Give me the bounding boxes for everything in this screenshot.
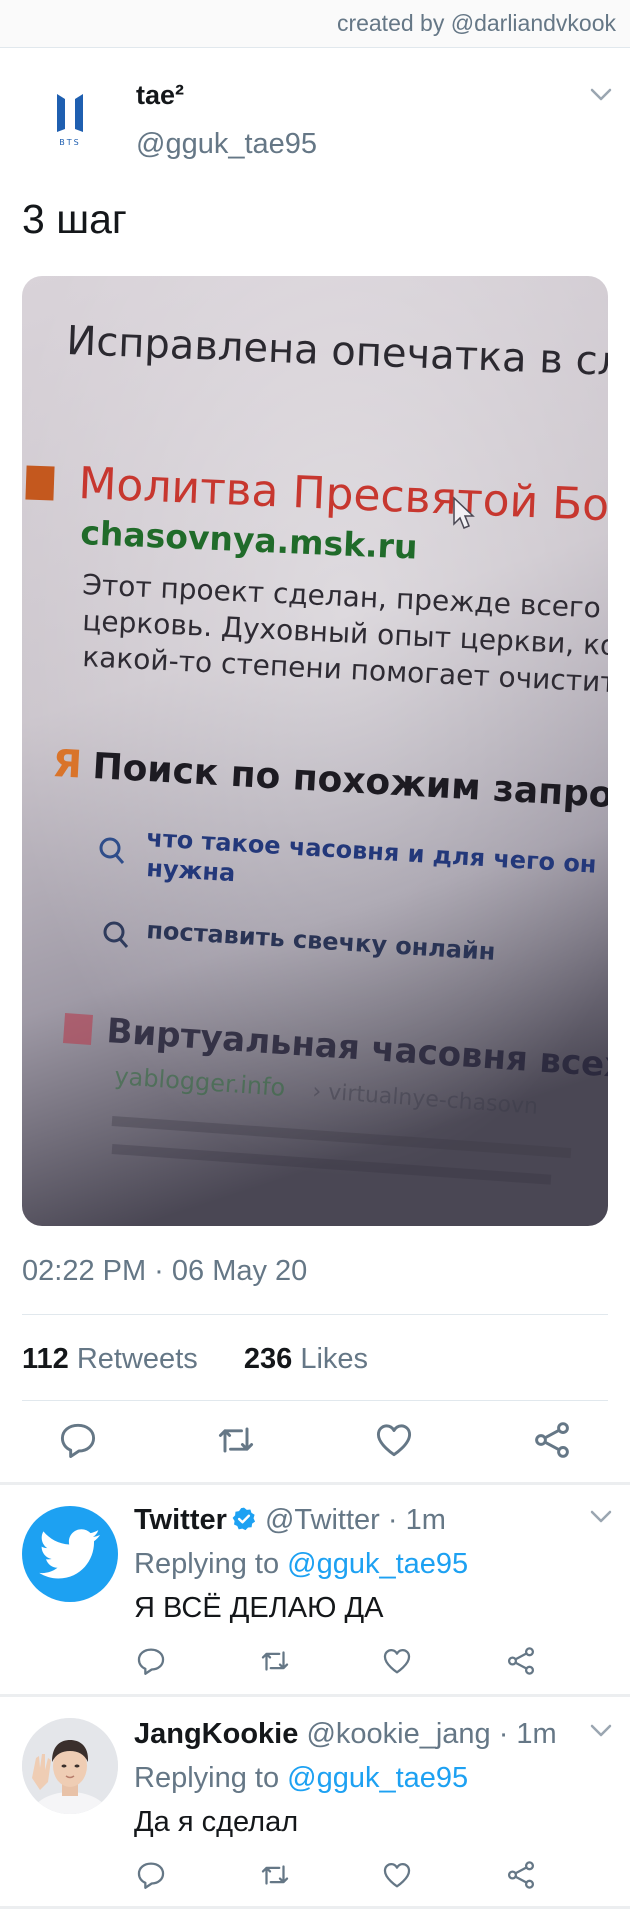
twitter-avatar[interactable]: [22, 1506, 118, 1602]
share-button[interactable]: [504, 1644, 538, 1678]
divider: [22, 1400, 608, 1401]
reply-icon: [137, 1648, 165, 1675]
credit-bar: created by @darliandvkook: [0, 0, 630, 48]
like-button[interactable]: [380, 1644, 414, 1678]
tweet-stats: 112 Retweets 236 Likes: [22, 1343, 368, 1376]
reply-text: Я ВСЁ ДЕЛАЮ ДА: [134, 1592, 384, 1624]
retweet-icon: [261, 1651, 289, 1671]
retweet-icon: [261, 1865, 289, 1885]
reply-button[interactable]: [134, 1858, 168, 1892]
divider: [0, 1482, 630, 1485]
retweet-icon: [218, 1427, 254, 1453]
profile-photo: [22, 1718, 118, 1814]
reply-button[interactable]: [56, 1418, 100, 1462]
photo-favicon: [25, 465, 55, 501]
likes-label[interactable]: Likes: [300, 1343, 368, 1375]
verified-badge-icon: [232, 1507, 255, 1531]
like-button[interactable]: [372, 1418, 416, 1462]
likes-count[interactable]: 236: [244, 1343, 292, 1375]
replying-to-link[interactable]: @gguk_tae95: [287, 1548, 468, 1580]
share-icon: [535, 1422, 569, 1458]
like-icon: [383, 1648, 411, 1674]
chevron-down-icon[interactable]: [590, 1724, 612, 1738]
tweet-photo[interactable]: Исправлена опечатка в сл Молитва Пресвят…: [22, 276, 608, 1226]
reply-handle-time[interactable]: @Twitter · 1m: [265, 1504, 446, 1536]
replying-to-prefix: Replying to: [134, 1548, 280, 1580]
chevron-down-icon[interactable]: [590, 1510, 612, 1524]
twitter-bird-icon: [39, 1529, 100, 1579]
share-icon: [507, 1647, 535, 1675]
author-handle[interactable]: @gguk_tae95: [136, 128, 317, 161]
like-icon: [376, 1424, 412, 1457]
credit-text: created by @darliandvkook: [336, 10, 616, 36]
like-button[interactable]: [380, 1858, 414, 1892]
chevron-down-icon[interactable]: [590, 88, 612, 102]
tweet-text: 3 шаг: [22, 196, 127, 242]
share-icon: [507, 1861, 535, 1889]
avatar[interactable]: BTS: [40, 88, 100, 148]
replying-to-link[interactable]: @gguk_tae95: [287, 1762, 468, 1794]
retweet-button[interactable]: [214, 1418, 258, 1462]
replying-to: Replying to @gguk_tae95: [134, 1762, 468, 1795]
divider: [22, 1314, 608, 1315]
bts-logo-icon: BTS: [57, 94, 83, 147]
replying-to-prefix: Replying to: [134, 1762, 280, 1794]
replying-to: Replying to @gguk_tae95: [134, 1548, 468, 1581]
divider: [0, 1694, 630, 1697]
photo-line-9: нужна: [146, 854, 236, 887]
retweets-label[interactable]: Retweets: [77, 1343, 198, 1375]
reply-icon: [137, 1862, 165, 1889]
divider: [0, 1906, 630, 1909]
retweets-count[interactable]: 112: [22, 1343, 69, 1375]
reply-author-name[interactable]: JangKookie: [134, 1718, 298, 1750]
like-icon: [383, 1862, 411, 1888]
reply-text: Да я сделал: [134, 1806, 299, 1838]
screen-photo: Исправлена опечатка в сл Молитва Пресвят…: [22, 276, 608, 1226]
reply-header: JangKookie @kookie_jang · 1m: [134, 1718, 557, 1751]
share-button[interactable]: [504, 1858, 538, 1892]
tweet-timestamp: 02:22 PM · 06 May 20: [22, 1255, 308, 1287]
reply-handle-time[interactable]: @kookie_jang · 1m: [306, 1718, 556, 1750]
jangkookie-avatar[interactable]: [22, 1718, 118, 1814]
retweet-button[interactable]: [258, 1644, 292, 1678]
reply-button[interactable]: [134, 1644, 168, 1678]
share-button[interactable]: [530, 1418, 574, 1462]
retweet-button[interactable]: [258, 1858, 292, 1892]
author-name[interactable]: tae²: [136, 80, 184, 111]
reply-author-name[interactable]: Twitter: [134, 1504, 227, 1536]
svg-text:BTS: BTS: [59, 138, 80, 147]
svg-text:Я: Я: [52, 741, 84, 786]
reply-icon: [60, 1423, 96, 1458]
reply-header: Twitter @Twitter · 1m: [134, 1504, 446, 1537]
